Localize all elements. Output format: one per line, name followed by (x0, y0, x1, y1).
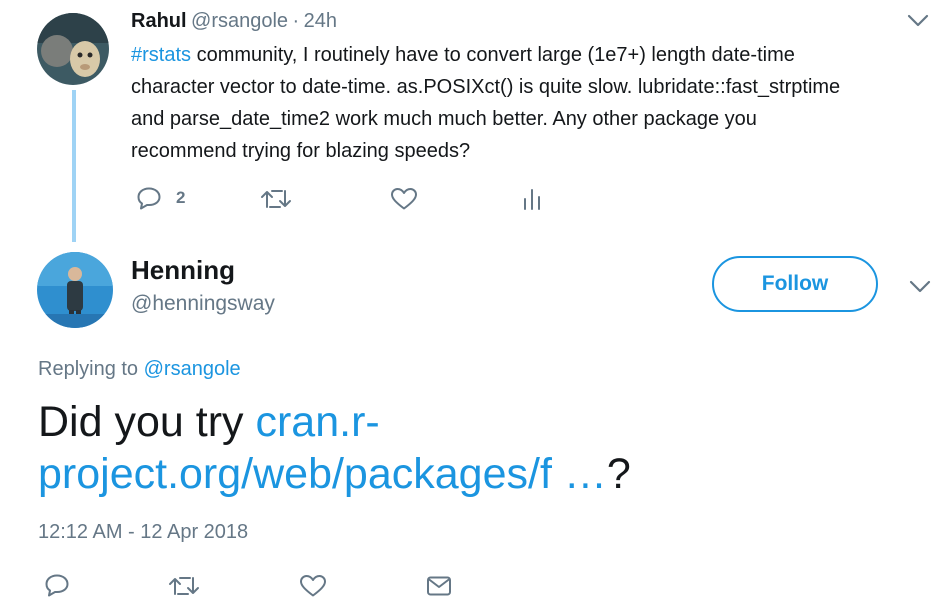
avatar-henning[interactable] (37, 252, 113, 328)
main-tweet-text: Did you try cran.r- project.org/web/pack… (38, 396, 938, 500)
main-text-prefix: Did you try (38, 398, 256, 446)
main-author-handle[interactable]: @henningsway (131, 292, 275, 316)
analytics-icon (522, 187, 542, 211)
parent-tweet-time[interactable]: 24h (304, 10, 337, 32)
link-line-1[interactable]: cran.r- (255, 398, 379, 446)
message-button[interactable] (426, 575, 452, 597)
follow-button[interactable]: Follow (712, 256, 878, 312)
like-icon (299, 574, 327, 598)
replying-to-link[interactable]: @rsangole (144, 358, 241, 380)
reply-icon (44, 573, 70, 597)
chevron-down-icon[interactable] (907, 14, 929, 33)
hashtag-link[interactable]: #rstats (131, 44, 191, 66)
analytics-button[interactable] (522, 187, 542, 211)
main-author-block: Henning @henningsway (131, 255, 275, 316)
retweet-button[interactable] (260, 187, 292, 211)
parent-text-line-2: character vector to date-time. as.POSIXc… (131, 76, 841, 98)
parent-tweet-text: #rstats community, I routinely have to c… (131, 39, 941, 167)
thread-line (72, 90, 76, 242)
reply-button[interactable]: 2 (136, 186, 185, 210)
reply-count: 2 (176, 188, 186, 207)
replying-to: Replying to @rsangole (38, 358, 241, 381)
separator: · (292, 10, 300, 32)
reply-button[interactable] (44, 573, 70, 597)
main-text-suffix: ? (606, 450, 631, 498)
avatar-rahul[interactable] (37, 13, 109, 85)
main-author-name[interactable]: Henning (131, 255, 275, 286)
retweet-button[interactable] (168, 574, 200, 598)
reply-icon (136, 186, 162, 210)
chevron-down-icon[interactable] (909, 280, 931, 299)
parent-text-line-1: community, I routinely have to convert l… (191, 44, 795, 66)
message-icon (426, 575, 452, 597)
parent-text-line-3: and parse_date_time2 work much much bett… (131, 108, 757, 130)
retweet-icon (168, 574, 200, 598)
parent-tweet-header: Rahul @rsangole · 24h (131, 10, 337, 33)
like-icon (390, 187, 418, 211)
like-button[interactable] (299, 574, 327, 598)
parent-author-name[interactable]: Rahul (131, 10, 187, 32)
replying-prefix: Replying to (38, 358, 139, 380)
parent-text-line-4: recommend trying for blazing speeds? (131, 140, 471, 162)
like-button[interactable] (390, 187, 418, 211)
link-line-2[interactable]: project.org/web/packages/f … (38, 450, 607, 498)
tweet-timestamp[interactable]: 12:12 AM - 12 Apr 2018 (38, 521, 248, 544)
retweet-icon (260, 187, 292, 211)
parent-author-handle[interactable]: @rsangole (191, 10, 288, 32)
